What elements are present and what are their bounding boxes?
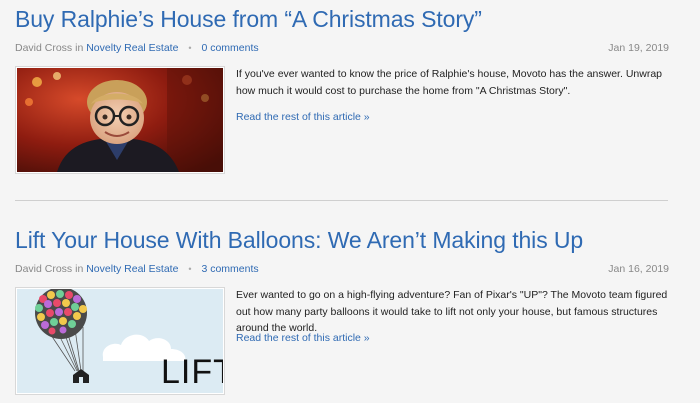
author-name: David Cross (15, 42, 73, 54)
category-link[interactable]: Novelty Real Estate (86, 42, 178, 54)
ralphie-photo-icon (17, 68, 223, 172)
separator-dot: • (188, 264, 192, 274)
lift-word: LIFT (161, 353, 223, 391)
in-label: in (75, 263, 84, 275)
comments-link[interactable]: 3 comments (201, 263, 258, 275)
blog-listing: Buy Ralphie’s House from “A Christmas St… (0, 0, 700, 403)
separator-dot: • (188, 43, 192, 53)
post-thumbnail[interactable] (15, 66, 225, 174)
comments-link[interactable]: 0 comments (201, 42, 258, 54)
category-link[interactable]: Novelty Real Estate (86, 263, 178, 275)
read-more-link[interactable]: Read the rest of this article » (236, 110, 370, 124)
read-more-link[interactable]: Read the rest of this article » (236, 331, 370, 345)
author-name: David Cross (15, 263, 73, 275)
post-date: Jan 16, 2019 (608, 263, 669, 275)
in-label: in (75, 42, 84, 54)
post-title-link[interactable]: Lift Your House With Balloons: We Aren’t… (15, 226, 583, 254)
post-title-link[interactable]: Buy Ralphie’s House from “A Christmas St… (15, 5, 482, 33)
post-excerpt: If you've ever wanted to know the price … (236, 68, 662, 97)
balloon-house-illustration-icon: LIFT (17, 289, 223, 393)
post-meta: David Cross in Novelty Real Estate • 0 c… (15, 41, 669, 55)
post-excerpt: Ever wanted to go on a high-flying adven… (236, 289, 668, 334)
post-divider (15, 200, 668, 201)
post-meta: David Cross in Novelty Real Estate • 3 c… (15, 262, 669, 276)
post-thumbnail[interactable]: LIFT (15, 287, 225, 395)
post-date: Jan 19, 2019 (608, 42, 669, 54)
